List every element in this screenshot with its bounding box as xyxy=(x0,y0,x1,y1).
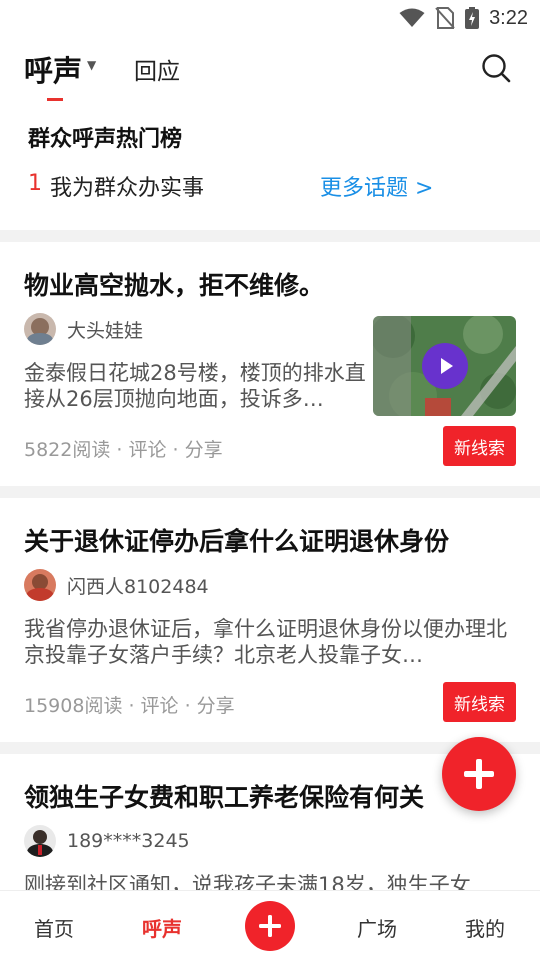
new-clue-badge[interactable]: 新线索 xyxy=(443,682,516,722)
post-summary[interactable]: 刚接到社区通知，说我孩子未满18岁，独生子女 xyxy=(24,872,516,890)
video-thumbnail[interactable] xyxy=(373,316,516,416)
tab-hui-ying[interactable]: 回应 xyxy=(134,52,180,86)
more-topics-link[interactable]: 更多话题 > xyxy=(320,170,433,202)
post-summary[interactable]: 金泰假日花城28号楼，楼顶的排水直接从26层顶抛向地面，投诉多… xyxy=(24,360,376,412)
post-card[interactable]: 关于退休证停办后拿什么证明退休身份 闪西人8102484 我省停办退休证后，拿什… xyxy=(0,498,540,742)
post-author[interactable]: 大头娃娃 xyxy=(24,312,143,346)
author-name: 189****3245 xyxy=(67,830,190,852)
wifi-icon xyxy=(399,8,425,27)
battery-charging-icon xyxy=(465,7,480,29)
chevron-down-icon[interactable]: ▼ xyxy=(87,58,96,72)
plus-icon xyxy=(464,759,494,789)
nav-home[interactable]: 首页 xyxy=(34,913,74,942)
plus-icon xyxy=(259,915,281,937)
top-tab-bar: 呼声 ▼ 回应 xyxy=(0,36,540,104)
nav-mine[interactable]: 我的 xyxy=(465,913,505,942)
nav-add-button[interactable] xyxy=(245,901,295,951)
play-icon[interactable] xyxy=(422,343,468,389)
hot-topics-title: 群众呼声热门榜 xyxy=(28,127,183,152)
no-sim-icon xyxy=(435,7,455,29)
avatar[interactable] xyxy=(24,569,56,601)
search-button[interactable] xyxy=(480,52,514,86)
tab-hu-sheng[interactable]: 呼声 xyxy=(24,48,82,90)
author-name: 大头娃娃 xyxy=(67,319,144,342)
section-divider xyxy=(0,486,540,498)
post-card[interactable]: 物业高空抛水，拒不维修。 大头娃娃 金泰假日花城28号楼，楼顶的排水直接从26层… xyxy=(0,242,540,486)
avatar[interactable] xyxy=(24,313,56,345)
section-divider xyxy=(0,230,540,242)
author-name: 闪西人8102484 xyxy=(67,575,209,598)
status-time: 3:22 xyxy=(489,6,528,29)
post-summary[interactable]: 我省停办退休证后，拿什么证明退休身份以便办理北京投靠子女落户手续？北京老人投靠子… xyxy=(24,616,516,668)
post-title[interactable]: 物业高空抛水，拒不维修。 xyxy=(24,266,324,302)
create-post-fab[interactable] xyxy=(442,737,516,811)
nav-square[interactable]: 广场 xyxy=(357,913,397,942)
status-icons: 3:22 xyxy=(399,6,528,30)
bottom-nav: 首页 呼声 广场 我的 xyxy=(0,890,540,960)
post-title[interactable]: 关于退休证停办后拿什么证明退休身份 xyxy=(24,522,449,558)
status-bar: 3:22 xyxy=(0,0,540,36)
post-title[interactable]: 领独生子女费和职工养老保险有何关 xyxy=(24,778,424,814)
active-tab-indicator xyxy=(47,98,63,101)
post-author[interactable]: 189****3245 xyxy=(24,824,190,858)
avatar[interactable] xyxy=(24,825,56,857)
hot-topics-section: 群众呼声热门榜 1 我为群众办实事 更多话题 > xyxy=(0,104,540,228)
new-clue-badge[interactable]: 新线索 xyxy=(443,426,516,466)
post-meta: 15908阅读 · 评论 · 分享 xyxy=(24,695,235,717)
hot-topic-item[interactable]: 我为群众办实事 xyxy=(50,170,204,202)
hot-topic-rank: 1 xyxy=(28,171,42,196)
search-icon xyxy=(482,54,511,83)
post-author[interactable]: 闪西人8102484 xyxy=(24,568,209,602)
nav-hu-sheng[interactable]: 呼声 xyxy=(142,913,182,942)
post-meta: 5822阅读 · 评论 · 分享 xyxy=(24,439,223,461)
